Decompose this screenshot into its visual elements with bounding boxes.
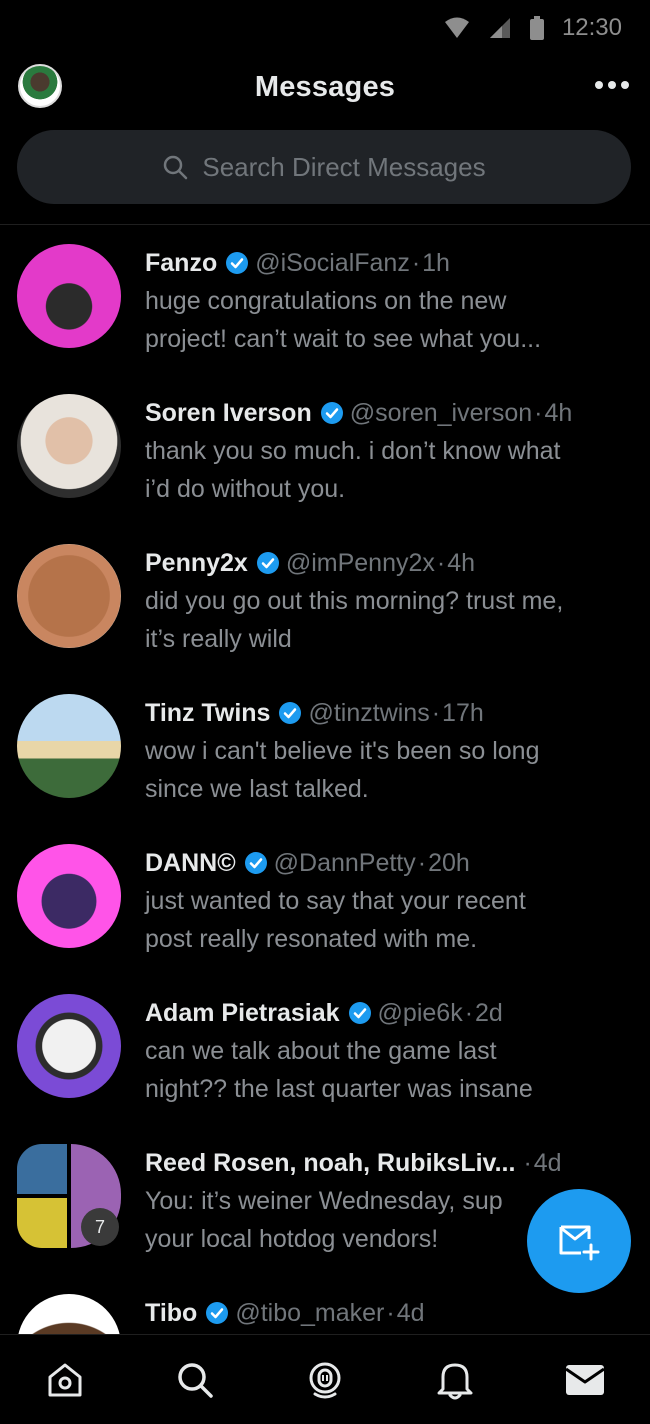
avatar[interactable] bbox=[17, 544, 121, 648]
message-preview: huge congratulations on the new project!… bbox=[145, 287, 542, 353]
separator-dot: · bbox=[386, 1298, 395, 1327]
separator-dot: · bbox=[523, 1148, 532, 1177]
conversation-time: 4d bbox=[396, 1298, 425, 1327]
conversation-handle: @pie6k bbox=[377, 998, 463, 1027]
group-count-badge: 7 bbox=[81, 1208, 119, 1246]
avatar[interactable] bbox=[17, 844, 121, 948]
avatar[interactable] bbox=[17, 694, 121, 798]
group-member-avatar bbox=[17, 1198, 67, 1248]
conversation-name: Tinz Twins bbox=[145, 698, 271, 727]
nav-notifications[interactable] bbox=[425, 1350, 485, 1410]
separator-dot: · bbox=[436, 548, 446, 577]
conversation-time: 4h bbox=[544, 398, 573, 427]
avatar[interactable] bbox=[17, 244, 121, 348]
divider bbox=[0, 224, 650, 225]
messages-icon bbox=[565, 1365, 605, 1395]
conversation-item[interactable]: Tinz Twins @tinztwins · 17h wow i can't … bbox=[0, 686, 650, 836]
bottom-navigation bbox=[0, 1334, 650, 1424]
conversation-name: DANN© bbox=[145, 848, 236, 877]
conversation-time: 4d bbox=[533, 1148, 562, 1177]
verified-badge-icon bbox=[348, 1001, 372, 1025]
page-title: Messages bbox=[254, 70, 396, 103]
conversation-time: 1h bbox=[422, 248, 450, 277]
conversation-item[interactable]: Adam Pietrasiak @pie6k · 2d can we talk … bbox=[0, 986, 650, 1136]
conversation-name: Soren Iverson bbox=[145, 398, 312, 427]
group-avatar[interactable]: 7 bbox=[17, 1144, 121, 1248]
conversation-item[interactable]: DANN© @DannPetty · 20h just wanted to sa… bbox=[0, 836, 650, 986]
conversation-time: 4h bbox=[447, 548, 476, 577]
message-preview: just wanted to say that your recent post… bbox=[145, 887, 526, 953]
new-message-button[interactable] bbox=[527, 1189, 631, 1293]
conversation-item[interactable]: Penny2x @imPenny2x · 4h did you go out t… bbox=[0, 536, 650, 686]
nav-spaces[interactable] bbox=[295, 1350, 355, 1410]
verified-badge-icon bbox=[278, 701, 302, 725]
group-member-avatar bbox=[17, 1144, 67, 1194]
nav-messages[interactable] bbox=[555, 1350, 615, 1410]
conversation-handle: @imPenny2x bbox=[285, 548, 435, 577]
conversation-item[interactable]: Fanzo @iSocialFanz · 1h huge congratulat… bbox=[0, 236, 650, 386]
conversation-name: Adam Pietrasiak bbox=[145, 998, 340, 1027]
separator-dot: · bbox=[534, 398, 543, 427]
separator-dot: · bbox=[464, 998, 474, 1027]
avatar[interactable] bbox=[17, 394, 121, 498]
separator-dot: · bbox=[411, 248, 421, 277]
message-preview: can we talk about the game last night?? … bbox=[145, 1037, 533, 1103]
message-preview: wow i can't believe it's been so long si… bbox=[145, 737, 540, 803]
spaces-icon bbox=[309, 1362, 341, 1399]
conversation-name: Fanzo bbox=[145, 248, 218, 277]
status-time: 12:30 bbox=[561, 14, 622, 41]
wifi-icon bbox=[444, 17, 470, 39]
home-icon bbox=[48, 1363, 82, 1397]
conversation-handle: @tibo_maker bbox=[235, 1298, 385, 1327]
message-preview: did you go out this morning? trust me, i… bbox=[145, 587, 564, 653]
message-preview: thank you so much. i don’t know what i’d… bbox=[145, 437, 561, 503]
search-placeholder: Search Direct Messages bbox=[202, 151, 486, 182]
more-options-button[interactable] bbox=[592, 70, 632, 100]
conversation-item[interactable]: Soren Iverson @soren_iverson · 4h thank … bbox=[0, 386, 650, 536]
conversation-time: 20h bbox=[428, 848, 470, 877]
verified-badge-icon bbox=[256, 551, 280, 575]
more-icon bbox=[595, 81, 629, 89]
conversation-name: Penny2x bbox=[145, 548, 248, 577]
notifications-icon bbox=[437, 1363, 473, 1400]
search-icon bbox=[164, 155, 188, 180]
nav-home[interactable] bbox=[35, 1350, 95, 1410]
conversation-handle: @DannPetty bbox=[273, 848, 416, 877]
search-input[interactable]: Search Direct Messages bbox=[17, 130, 631, 204]
battery-icon bbox=[529, 16, 544, 40]
verified-badge-icon bbox=[244, 851, 268, 875]
search-icon bbox=[178, 1363, 213, 1398]
conversation-name: Tibo bbox=[145, 1298, 198, 1327]
verified-badge-icon bbox=[320, 401, 344, 425]
header: Messages bbox=[0, 56, 650, 118]
cellular-signal-icon bbox=[488, 17, 512, 39]
conversation-handle: @tinztwins bbox=[308, 698, 430, 727]
new-message-icon bbox=[559, 1225, 600, 1261]
conversation-name: Reed Rosen, noah, RubiksLiv... bbox=[145, 1148, 516, 1177]
messages-screen: 12:30 Messages Search Direct Messages Fa… bbox=[0, 0, 650, 1424]
conversation-handle: @iSocialFanz bbox=[255, 248, 410, 277]
nav-search[interactable] bbox=[165, 1350, 225, 1410]
verified-badge-icon bbox=[225, 251, 249, 275]
status-bar: 12:30 bbox=[0, 0, 650, 56]
conversation-time: 2d bbox=[475, 998, 503, 1027]
separator-dot: · bbox=[417, 848, 427, 877]
conversation-handle: @soren_iverson bbox=[349, 398, 533, 427]
avatar[interactable] bbox=[17, 994, 121, 1098]
conversation-time: 17h bbox=[442, 698, 484, 727]
verified-badge-icon bbox=[205, 1301, 229, 1325]
separator-dot: · bbox=[431, 698, 441, 727]
profile-avatar[interactable] bbox=[18, 64, 62, 108]
